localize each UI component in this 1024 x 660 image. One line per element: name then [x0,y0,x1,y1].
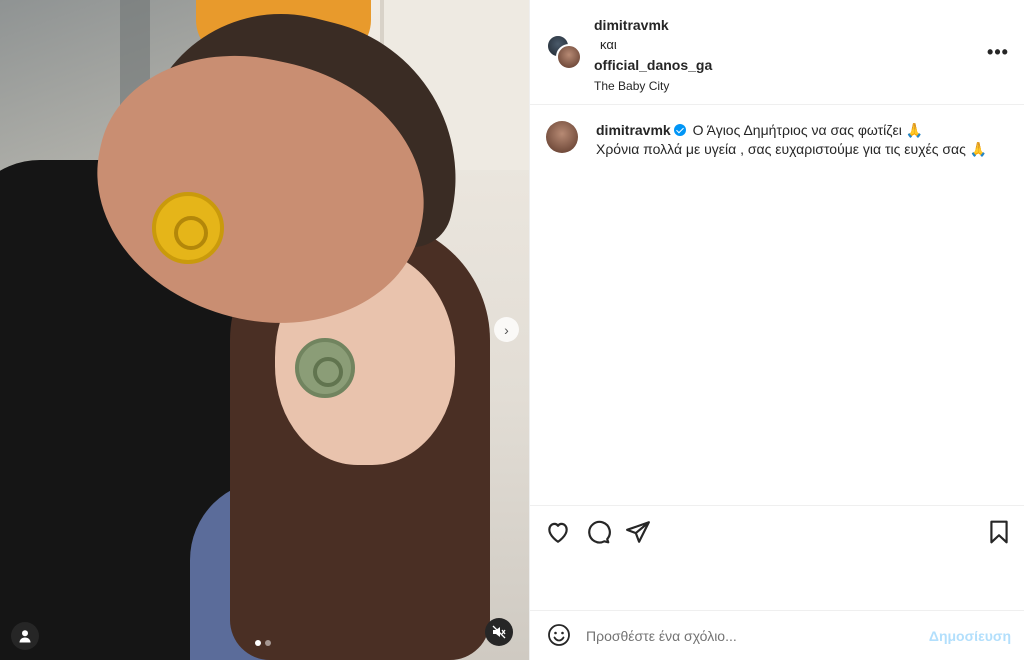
photo-yellow-pacifier [152,192,224,264]
comment-bar: Δημοσίευση [530,610,1024,660]
collab-connector-text: και [600,37,617,52]
caption-text: dimitravmk Ο Άγιος Δημήτριος να σας φωτί… [596,121,987,159]
carousel-dot-active [255,640,261,646]
speaker-muted-icon [492,625,506,639]
caption-line-2: Χρόνια πολλά με υγεία , σας ευχαριστούμε… [596,141,988,157]
collab-avatars[interactable] [546,34,582,70]
like-button[interactable] [544,519,572,547]
post-details-panel: dimitravmk και official_danos_ga The Bab… [529,0,1024,660]
share-button[interactable] [624,519,652,547]
chevron-right-icon: › [504,321,509,338]
location-link[interactable]: The Baby City [594,80,712,92]
post-media[interactable]: › [0,0,529,660]
post-actions [530,505,1024,610]
avatar[interactable] [546,121,578,153]
collaborator-username-link[interactable]: official_danos_ga [594,58,712,72]
carousel-next-button[interactable]: › [494,317,519,342]
user-icon [19,630,31,643]
carousel-indicator [255,640,271,646]
emoji-picker-button[interactable] [546,623,572,649]
comment-input[interactable] [586,623,916,648]
paper-plane-icon [626,521,650,543]
author-username-link[interactable]: dimitravmk [594,18,712,32]
save-button[interactable] [985,519,1013,547]
more-options-button[interactable]: ••• [985,40,1011,64]
carousel-dot [265,640,271,646]
post-modal: › dimitravmk και official_danos_ga The B… [0,0,1024,660]
comment-icon [588,520,611,544]
caption-username-link[interactable]: dimitravmk [596,122,671,138]
comment-button[interactable] [584,519,612,547]
tagged-users-button[interactable] [11,622,39,650]
post-header: dimitravmk και official_danos_ga The Bab… [530,0,1024,105]
avatar[interactable] [556,44,582,70]
caption-line-1: Ο Άγιος Δημήτριος να σας φωτίζει 🙏 [692,122,924,138]
bookmark-icon [990,520,1008,544]
post-author-names: dimitravmk και official_danos_ga The Bab… [594,18,712,92]
smiley-icon [548,623,570,646]
photo-green-pacifier [295,338,355,398]
verified-badge-icon [673,124,686,136]
post-caption: dimitravmk Ο Άγιος Δημήτριος να σας φωτί… [546,121,1011,159]
post-comment-button[interactable]: Δημοσίευση [929,628,1011,644]
heart-icon [548,522,568,543]
mute-button[interactable] [485,618,513,646]
